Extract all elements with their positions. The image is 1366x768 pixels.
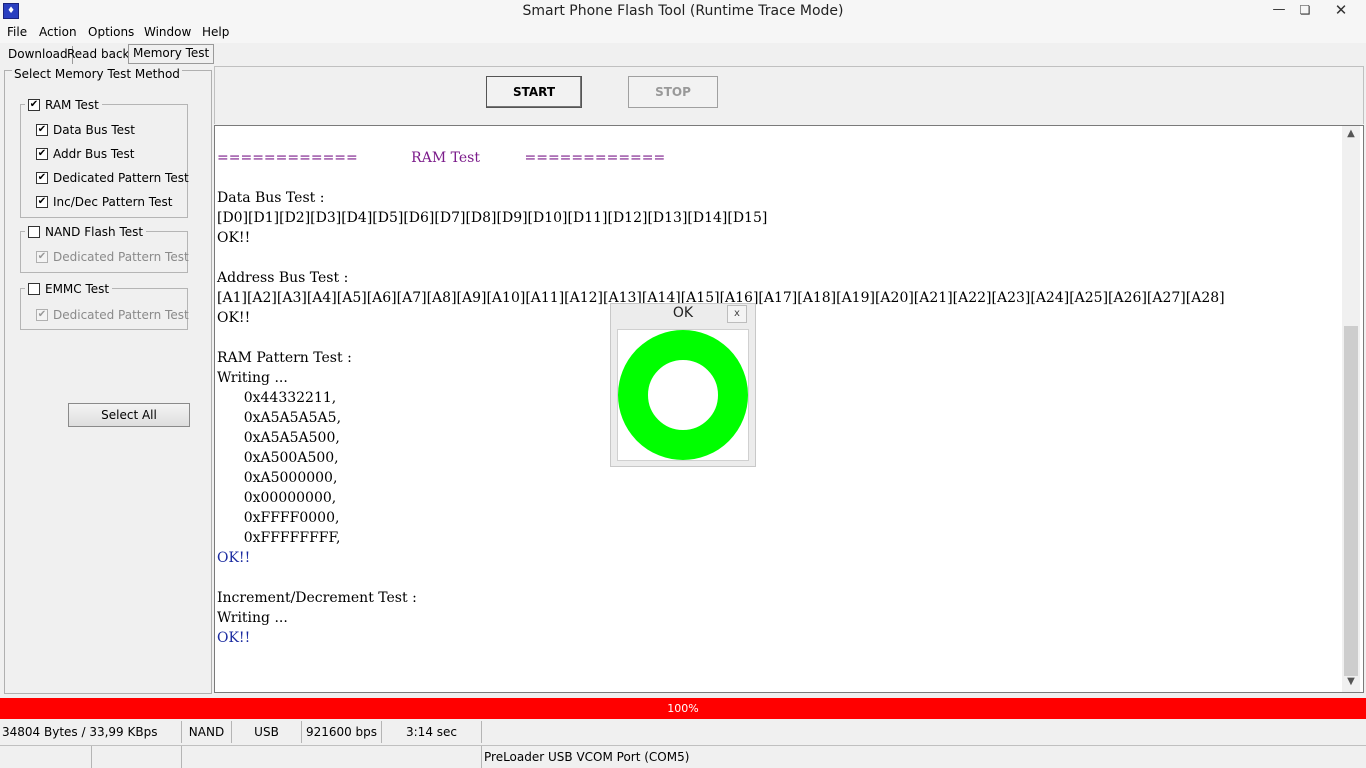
log-header-title: RAM Test xyxy=(411,150,480,166)
log-pattern-title: RAM Pattern Test : xyxy=(217,350,352,366)
status-bar-secondary: PreLoader USB VCOM Port (COM5) xyxy=(0,745,1366,768)
status-empty-2 xyxy=(92,746,182,768)
select-all-button[interactable]: Select All xyxy=(68,403,190,427)
ok-dialog-close-button[interactable]: x xyxy=(727,305,747,323)
menu-action[interactable]: Action xyxy=(39,25,77,39)
window-title: Smart Phone Flash Tool (Runtime Trace Mo… xyxy=(522,3,844,19)
checkbox-emmc-dedicated: ✔ xyxy=(36,309,48,321)
status-empty-3 xyxy=(182,746,482,768)
option-addr-bus-test[interactable]: ✔ Addr Bus Test xyxy=(36,147,135,161)
ram-test-checkbox[interactable]: ✔ RAM Test xyxy=(25,98,102,112)
status-connection: USB xyxy=(232,721,302,743)
option-data-bus-test[interactable]: ✔ Data Bus Test xyxy=(36,123,135,137)
status-baud: 921600 bps xyxy=(302,721,382,743)
status-time: 3:14 sec xyxy=(382,721,482,743)
ok-ring-icon xyxy=(618,330,748,460)
log-pattern: 0xA5A5A500, xyxy=(243,430,340,446)
menu-file[interactable]: File xyxy=(7,25,27,39)
minimize-button[interactable]: — xyxy=(1266,0,1292,22)
close-button[interactable]: ✕ xyxy=(1318,0,1364,22)
checkbox-ram-test[interactable]: ✔ xyxy=(28,99,40,111)
log-pattern: 0x44332211, xyxy=(243,390,337,406)
log-writing: Writing ... xyxy=(217,370,288,386)
ok-ring xyxy=(618,330,748,460)
tab-bar: Download Read back Memory Test xyxy=(0,44,1366,66)
status-bytes: 34804 Bytes / 33,99 KBps xyxy=(0,721,182,743)
log-writing: Writing ... xyxy=(217,610,288,626)
log-output[interactable]: ============ RAM Test ============ Data … xyxy=(214,125,1364,693)
emmc-test-checkbox[interactable]: EMMC Test xyxy=(25,282,113,296)
checkbox-addr-bus[interactable]: ✔ xyxy=(36,148,48,160)
status-empty-1 xyxy=(0,746,92,768)
status-port: PreLoader USB VCOM Port (COM5) xyxy=(484,750,690,764)
log-pattern: 0xA5000000, xyxy=(243,470,338,486)
scroll-up-icon[interactable]: ▲ xyxy=(1342,128,1360,139)
log-header-right: ============ xyxy=(524,150,666,166)
option-incdec-pattern-test[interactable]: ✔ Inc/Dec Pattern Test xyxy=(36,195,172,209)
status-storage: NAND xyxy=(182,721,232,743)
stop-button[interactable]: STOP xyxy=(628,76,718,108)
control-area xyxy=(214,66,1364,124)
status-bar: 34804 Bytes / 33,99 KBps NAND USB 921600… xyxy=(0,721,1366,743)
checkbox-incdec-pattern[interactable]: ✔ xyxy=(36,196,48,208)
checkbox-dedicated-pattern[interactable]: ✔ xyxy=(36,172,48,184)
log-ok: OK!! xyxy=(217,550,251,566)
log-addr-bus-title: Address Bus Test : xyxy=(217,270,349,286)
progress-bar: 100% xyxy=(0,698,1366,719)
log-pattern: 0xFFFFFFFF, xyxy=(243,530,341,546)
menu-window[interactable]: Window xyxy=(144,25,191,39)
menu-help[interactable]: Help xyxy=(202,25,229,39)
panel-title: Select Memory Test Method xyxy=(12,67,182,81)
ok-dialog-image xyxy=(617,329,749,461)
log-incdec-title: Increment/Decrement Test : xyxy=(217,590,417,606)
log-ok: OK!! xyxy=(217,230,251,246)
log-pattern: 0xA500A500, xyxy=(243,450,339,466)
log-pattern: 0xFFFF0000, xyxy=(243,510,340,526)
checkbox-emmc-test[interactable] xyxy=(28,283,40,295)
scroll-down-icon[interactable]: ▼ xyxy=(1342,676,1360,687)
log-ok: OK!! xyxy=(217,630,251,646)
option-emmc-dedicated-pattern: ✔ Dedicated Pattern Test xyxy=(36,308,189,322)
log-ok: OK!! xyxy=(217,310,251,326)
start-button[interactable]: START xyxy=(486,76,582,108)
option-dedicated-pattern-test[interactable]: ✔ Dedicated Pattern Test xyxy=(36,171,189,185)
checkbox-nand-test[interactable] xyxy=(28,226,40,238)
checkbox-data-bus[interactable]: ✔ xyxy=(36,124,48,136)
log-pattern: 0x00000000, xyxy=(243,490,337,506)
option-nand-dedicated-pattern: ✔ Dedicated Pattern Test xyxy=(36,250,189,264)
log-header-left: ============ xyxy=(217,150,358,166)
tab-read-back[interactable]: Read back xyxy=(63,46,135,64)
tab-memory-test[interactable]: Memory Test xyxy=(128,44,215,64)
log-data-bus-line: [D0][D1][D2][D3][D4][D5][D6][D7][D8][D9]… xyxy=(217,210,768,226)
restore-button[interactable]: ❏ xyxy=(1292,0,1318,22)
checkbox-nand-dedicated: ✔ xyxy=(36,251,48,263)
menu-bar: File Action Options Window Help xyxy=(0,23,1366,43)
nand-test-checkbox[interactable]: NAND Flash Test xyxy=(25,225,147,239)
scroll-thumb[interactable] xyxy=(1344,326,1358,676)
log-pattern: 0xA5A5A5A5, xyxy=(243,410,342,426)
log-data-bus-title: Data Bus Test : xyxy=(217,190,325,206)
menu-options[interactable]: Options xyxy=(88,25,134,39)
